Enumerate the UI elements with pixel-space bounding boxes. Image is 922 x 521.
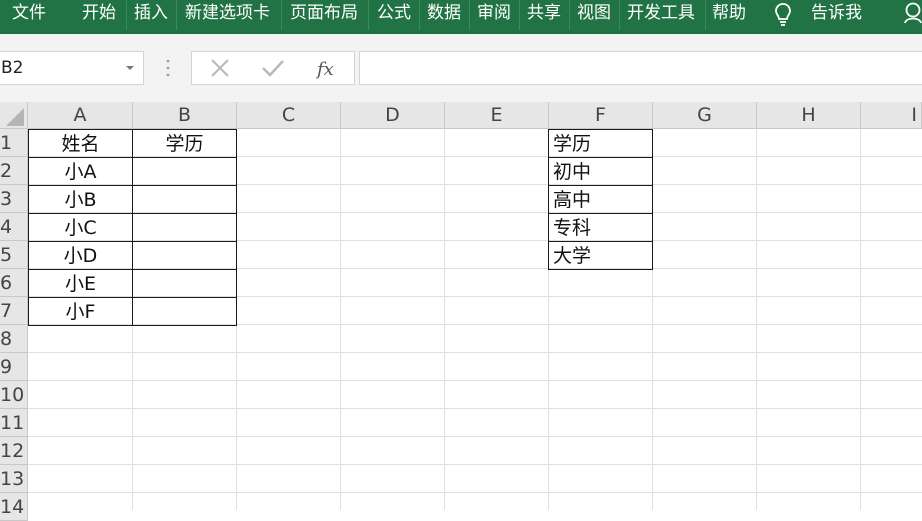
cell-a3[interactable]: 小B — [28, 185, 133, 214]
gridline — [860, 129, 861, 510]
name-box-value: B2 — [1, 58, 24, 78]
row-header-7[interactable]: 7 — [0, 297, 28, 325]
gridline — [28, 352, 922, 353]
formula-bar-area: B2 fx — [0, 34, 922, 102]
tab-review[interactable]: 审阅 — [477, 0, 511, 30]
column-header-c[interactable]: C — [237, 102, 341, 129]
insert-function-icon[interactable]: fx — [314, 52, 342, 84]
tab-separator — [469, 0, 470, 30]
formula-buttons: fx — [191, 51, 355, 85]
svg-text:fx: fx — [315, 59, 334, 80]
cell-b4[interactable] — [132, 213, 237, 242]
tab-data[interactable]: 数据 — [427, 0, 461, 30]
gridline — [756, 129, 757, 510]
gridline — [444, 129, 445, 510]
column-header-a[interactable]: A — [28, 102, 133, 129]
cell-b5[interactable] — [132, 241, 237, 270]
cell-f3[interactable]: 高中 — [548, 185, 653, 214]
tab-new-tab[interactable]: 新建选项卡 — [185, 0, 270, 30]
tab-separator — [569, 0, 570, 30]
column-header-b[interactable]: B — [133, 102, 237, 129]
cell-b7[interactable] — [132, 297, 237, 326]
row-header-8[interactable]: 8 — [0, 325, 28, 353]
tab-insert[interactable]: 插入 — [134, 0, 168, 30]
column-header-e[interactable]: E — [445, 102, 549, 129]
cell-f5[interactable]: 大学 — [548, 241, 653, 270]
tab-separator — [368, 0, 369, 30]
gridline — [28, 464, 922, 465]
tab-separator — [519, 0, 520, 30]
tab-file[interactable]: 文件 — [12, 0, 46, 30]
row-header-6[interactable]: 6 — [0, 269, 28, 297]
tab-home[interactable]: 开始 — [82, 0, 116, 30]
row-header-10[interactable]: 10 — [0, 381, 28, 409]
row-header-2[interactable]: 2 — [0, 157, 28, 185]
tab-view[interactable]: 视图 — [577, 0, 611, 30]
cell-a5[interactable]: 小D — [28, 241, 133, 270]
gridline — [28, 408, 922, 409]
cell-b1[interactable]: 学历 — [132, 129, 237, 158]
ribbon-tabs: 文件 开始 插入 新建选项卡 页面布局 公式 数据 审阅 共享 视图 开发工具 … — [0, 0, 922, 34]
select-all-corner[interactable] — [0, 102, 28, 129]
formula-input[interactable] — [359, 51, 922, 85]
cancel-icon[interactable] — [208, 52, 232, 84]
column-header-f[interactable]: F — [549, 102, 653, 129]
cell-a6[interactable]: 小E — [28, 269, 133, 298]
row-header-5[interactable]: 5 — [0, 241, 28, 269]
row-header-13[interactable]: 13 — [0, 465, 28, 493]
search-icon[interactable] — [902, 1, 922, 25]
column-header-h[interactable]: H — [757, 102, 861, 129]
cell-a2[interactable]: 小A — [28, 157, 133, 186]
cell-b6[interactable] — [132, 269, 237, 298]
cell-f1[interactable]: 学历 — [548, 129, 653, 158]
tab-formulas[interactable]: 公式 — [377, 0, 411, 30]
tab-help[interactable]: 帮助 — [712, 0, 746, 30]
row-header-9[interactable]: 9 — [0, 353, 28, 381]
cell-a4[interactable]: 小C — [28, 213, 133, 242]
tab-developer[interactable]: 开发工具 — [627, 0, 695, 30]
tab-separator — [126, 0, 127, 30]
chevron-down-icon[interactable] — [125, 64, 135, 72]
tell-me-search[interactable]: 告诉我 — [811, 0, 862, 30]
row-header-11[interactable]: 11 — [0, 409, 28, 437]
lightbulb-icon[interactable] — [771, 1, 795, 27]
column-header-d[interactable]: D — [341, 102, 445, 129]
row-header-14[interactable]: 14 — [0, 493, 28, 521]
cell-f2[interactable]: 初中 — [548, 157, 653, 186]
column-header-i[interactable]: I — [861, 102, 922, 129]
tab-separator — [281, 0, 282, 30]
cell-f4[interactable]: 专科 — [548, 213, 653, 242]
gridline — [28, 380, 922, 381]
tab-separator — [419, 0, 420, 30]
gridline — [340, 129, 341, 510]
column-header-g[interactable]: G — [653, 102, 757, 129]
row-header-12[interactable]: 12 — [0, 437, 28, 465]
tab-separator — [619, 0, 620, 30]
tab-share[interactable]: 共享 — [527, 0, 561, 30]
drag-handle-icon[interactable] — [166, 58, 170, 78]
row-header-4[interactable]: 4 — [0, 213, 28, 241]
cell-a7[interactable]: 小F — [28, 297, 133, 326]
gridline — [28, 436, 922, 437]
cell-b3[interactable] — [132, 185, 237, 214]
cell-b2[interactable] — [132, 157, 237, 186]
tab-separator — [705, 0, 706, 30]
name-box[interactable]: B2 — [0, 51, 144, 85]
enter-check-icon[interactable] — [260, 52, 286, 84]
select-all-triangle-icon — [6, 108, 24, 126]
worksheet-grid[interactable]: A B C D E F G H I 1 2 3 4 5 6 7 8 9 10 1… — [0, 102, 922, 521]
row-header-3[interactable]: 3 — [0, 185, 28, 213]
cell-a1[interactable]: 姓名 — [28, 129, 133, 158]
tab-page-layout[interactable]: 页面布局 — [290, 0, 358, 30]
gridline — [28, 492, 922, 493]
row-header-1[interactable]: 1 — [0, 129, 28, 157]
tab-separator — [176, 0, 177, 30]
